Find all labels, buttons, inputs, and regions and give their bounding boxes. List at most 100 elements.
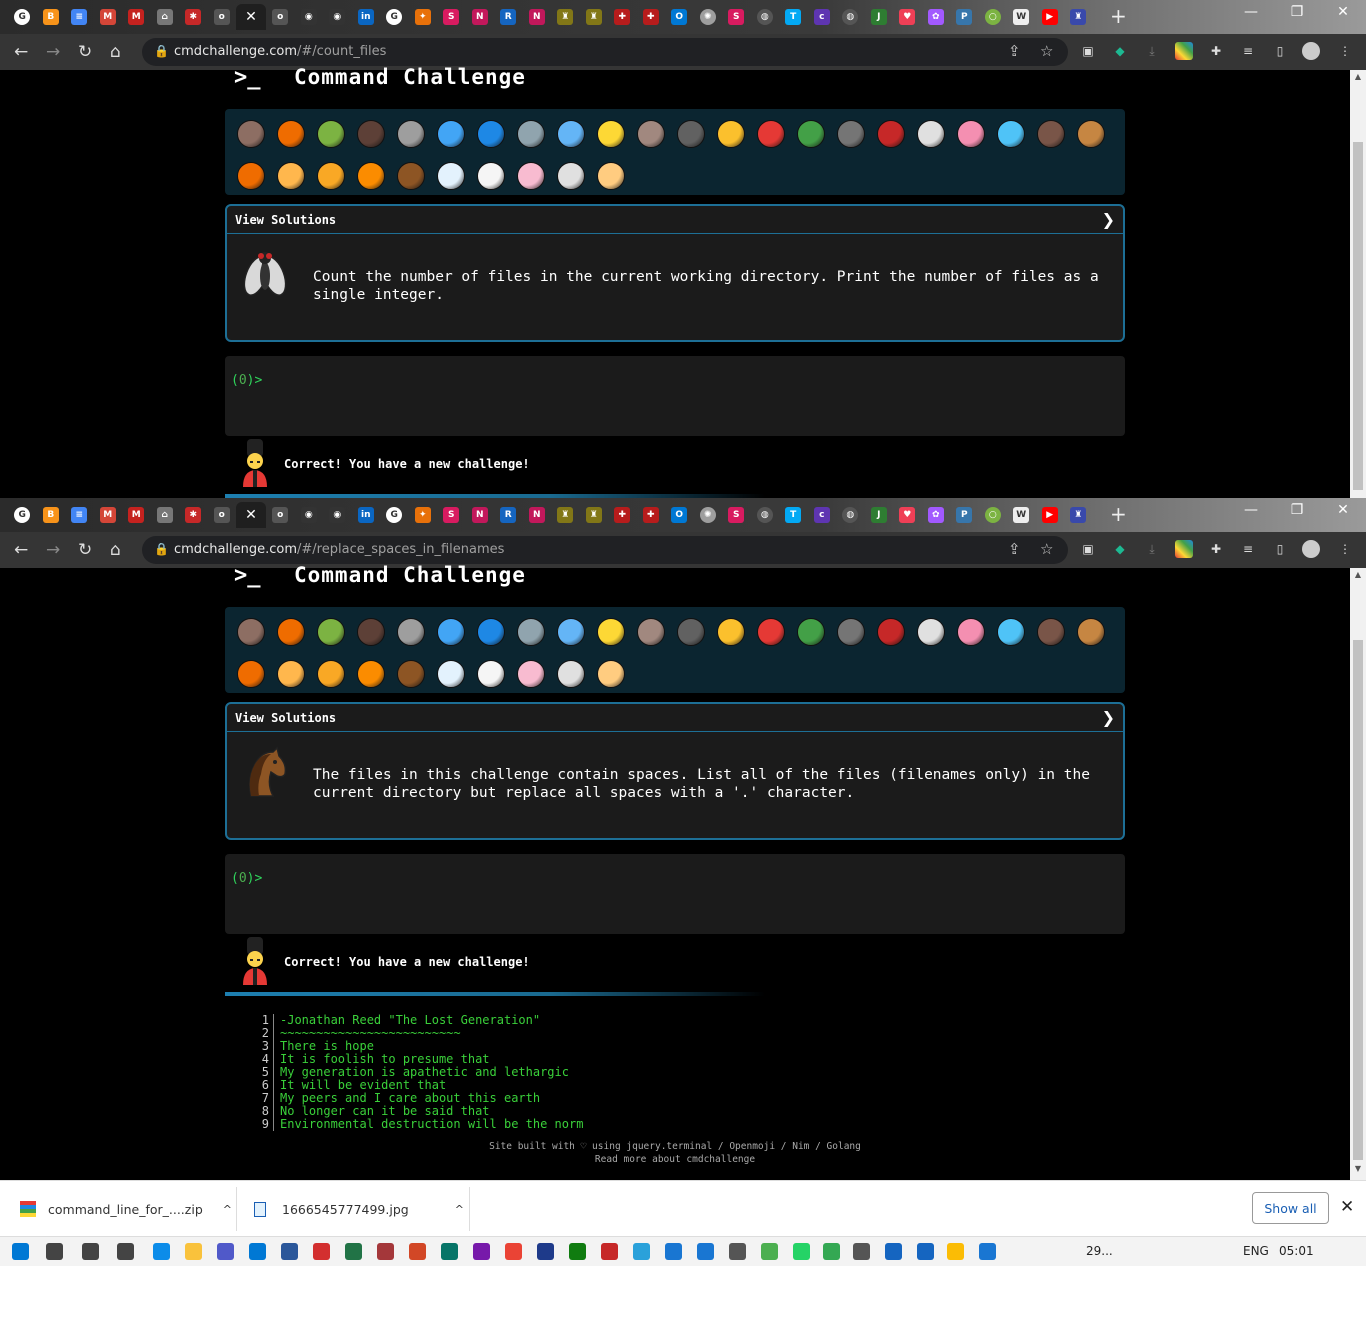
shark-icon[interactable] [511,611,551,653]
menu-kebab-icon[interactable]: ⋮ [1336,540,1354,558]
reader-icon[interactable]: ▣ [1079,42,1097,60]
download-icon[interactable]: ⤓ [1143,42,1161,60]
fly-icon[interactable] [911,113,951,155]
ant-icon[interactable] [351,611,391,653]
restore-button[interactable]: ❐ [1274,502,1320,518]
horse-icon[interactable] [391,653,431,695]
tropical-fish-icon[interactable] [591,113,631,155]
onenote-icon[interactable] [473,1243,490,1260]
wolf-icon[interactable] [671,113,711,155]
browser-tab[interactable]: ▶ [1036,4,1065,30]
browser-tab[interactable]: J [865,4,894,30]
browser-tab[interactable]: ♜ [1064,4,1093,30]
pig-icon[interactable] [511,653,551,695]
butterfly-icon[interactable] [271,611,311,653]
profile-avatar[interactable] [1302,540,1320,558]
download-icon[interactable]: ⤓ [1143,540,1161,558]
dolphin-icon[interactable] [471,611,511,653]
browser-tab[interactable]: ✚ [608,502,637,528]
edge-icon[interactable] [153,1243,170,1260]
unicorn-icon[interactable] [431,653,471,695]
browser-tab[interactable]: N [466,4,495,30]
browser-tab[interactable]: J [865,502,894,528]
browser-tab[interactable]: in [352,4,381,30]
browser-tab[interactable]: O [665,4,694,30]
extension-diamond-icon[interactable]: ◆ [1111,42,1129,60]
browser-tab[interactable]: ✚ [637,4,666,30]
browser-tab[interactable]: c [808,502,837,528]
hamster-icon[interactable] [591,653,631,695]
browser-tab[interactable]: O [665,502,694,528]
calculator-icon[interactable] [729,1243,746,1260]
monkey-icon[interactable] [1031,113,1071,155]
browser-tab[interactable]: T [779,502,808,528]
app-icon[interactable] [885,1243,902,1260]
tab-active[interactable]: ✕ [236,4,266,30]
reload-button[interactable]: ↻ [78,42,92,62]
lion-icon[interactable] [311,653,351,695]
browser-tab[interactable]: ○ [979,4,1008,30]
view-solutions-header[interactable]: View Solutions ❯ [227,704,1123,732]
browser-tab[interactable]: ⌂ [151,4,180,30]
dog-icon[interactable] [1071,611,1111,653]
browser-tab[interactable]: c [808,4,837,30]
browser-tab[interactable]: T [779,4,808,30]
cricket-icon[interactable] [791,113,831,155]
close-window-button[interactable]: ✕ [1320,4,1366,20]
cricket-icon[interactable] [791,611,831,653]
reload-button[interactable]: ↻ [78,540,92,560]
side-panel-icon[interactable]: ▯ [1271,42,1289,60]
browser-tab[interactable]: in [352,502,381,528]
browser-tab[interactable]: N [523,502,552,528]
browser-tab[interactable]: ✦ [409,502,438,528]
browser-tab[interactable]: S [722,502,751,528]
bee-icon[interactable] [711,113,751,155]
word-icon[interactable] [281,1243,298,1260]
browser-tab[interactable]: ♜ [580,4,609,30]
bookmark-star-icon[interactable]: ☆ [1040,42,1053,60]
mail-icon[interactable] [853,1243,870,1260]
scorpion-icon[interactable] [871,611,911,653]
browser-tab[interactable]: M [94,4,123,30]
forward-button[interactable]: → [46,42,60,62]
browser-tab[interactable]: M [122,502,151,528]
scrollbar-thumb[interactable] [1353,640,1363,1160]
browser-tab[interactable]: o [266,4,295,30]
app-icon[interactable] [979,1243,996,1260]
tab-active[interactable]: ✕ [236,502,266,528]
bee-icon[interactable] [711,611,751,653]
close-tab-icon[interactable]: ✕ [245,9,257,25]
new-tab-button[interactable]: + [1110,504,1127,524]
minimize-button[interactable]: — [1228,4,1274,20]
browser-tab[interactable]: ✺ [694,502,723,528]
minimize-button[interactable]: — [1228,502,1274,518]
spider-web-icon[interactable] [391,113,431,155]
unicorn-icon[interactable] [431,155,471,197]
browser-tab[interactable]: o [208,4,237,30]
browser-tab[interactable]: ◉ [323,4,352,30]
menu-kebab-icon[interactable]: ⋮ [1336,42,1354,60]
browser-tab[interactable]: S [437,4,466,30]
excel-icon[interactable] [345,1243,362,1260]
chevron-up-icon[interactable]: ^ [223,1203,232,1216]
browser-tab[interactable]: ✱ [179,4,208,30]
scroll-up-arrow[interactable]: ▲ [1350,570,1366,579]
cat-icon[interactable] [271,653,311,695]
browser-tab[interactable]: N [466,502,495,528]
caterpillar-icon[interactable] [311,113,351,155]
horse-icon[interactable] [391,155,431,197]
scorpion-icon[interactable] [871,113,911,155]
browser-tab[interactable]: ♜ [551,4,580,30]
language-indicator[interactable]: ENG [1243,1244,1269,1258]
browser-tab[interactable]: ♜ [580,502,609,528]
browser-tab[interactable]: M [122,4,151,30]
browser-tab[interactable]: M [94,502,123,528]
extension-diamond-icon[interactable]: ◆ [1111,540,1129,558]
reader-icon[interactable]: ▣ [1079,540,1097,558]
mail-icon[interactable] [249,1243,266,1260]
puzzle-extensions-icon[interactable]: ✚ [1207,540,1225,558]
chrome-icon[interactable] [823,1243,840,1260]
browser-tab[interactable]: ≡ [65,502,94,528]
weather-label[interactable]: 29... [1086,1244,1113,1258]
browser-tab[interactable]: W [1007,502,1036,528]
